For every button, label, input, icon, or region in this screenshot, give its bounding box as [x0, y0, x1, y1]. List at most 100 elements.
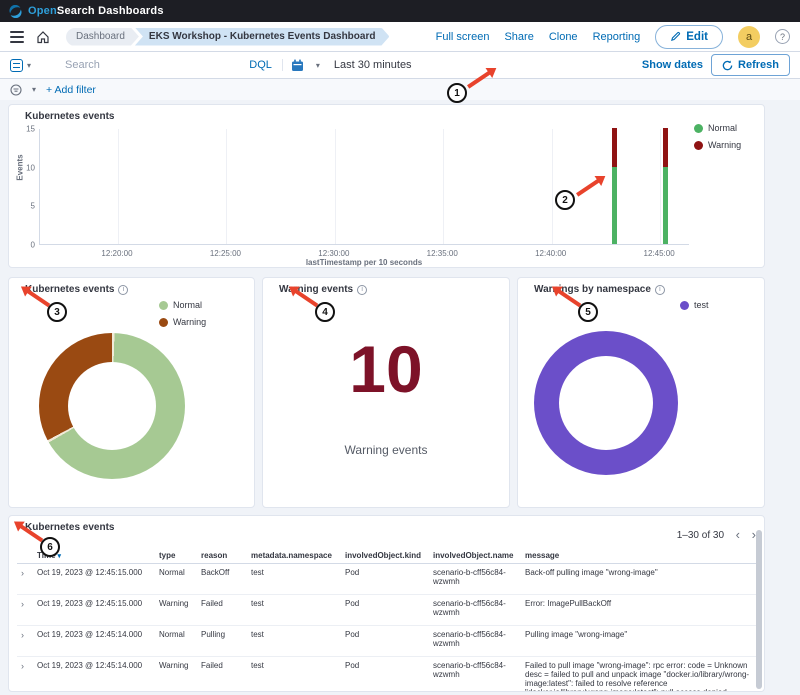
- chevron-down-icon[interactable]: ▾: [32, 85, 36, 94]
- donut-hole: [559, 356, 653, 450]
- cell-metadata-namespace: test: [247, 595, 341, 626]
- info-icon[interactable]: [118, 285, 128, 295]
- sort-down-icon: ▾: [58, 553, 62, 560]
- chevron-down-icon[interactable]: ▾: [27, 61, 31, 70]
- gridline: [335, 129, 336, 244]
- metric-value: 10: [263, 336, 509, 402]
- time-range-value[interactable]: Last 30 minutes: [334, 59, 634, 71]
- cell-metadata-namespace: test: [247, 626, 341, 657]
- cell-message: Failed to pull image "wrong-image": rpc …: [521, 657, 758, 693]
- cell-message: Back-off pulling image "wrong-image": [521, 564, 758, 595]
- app-title: OpenSearch Dashboards: [28, 5, 164, 17]
- table-row: ›Oct 19, 2023 @ 12:45:14.000WarningFaile…: [17, 657, 758, 693]
- x-tick-label: 12:20:00: [101, 249, 132, 258]
- cell-reason: BackOff: [197, 564, 247, 595]
- search-input[interactable]: [65, 59, 249, 71]
- cell-reason: Failed: [197, 595, 247, 626]
- expand-row-icon[interactable]: ›: [21, 630, 24, 640]
- chart-legend: test: [680, 300, 709, 310]
- legend-item-warning[interactable]: Warning: [159, 317, 206, 327]
- column-header-type[interactable]: type: [155, 548, 197, 564]
- legend-label: Normal: [708, 123, 737, 133]
- legend-item-test[interactable]: test: [680, 300, 709, 310]
- full-screen-link[interactable]: Full screen: [436, 31, 490, 43]
- expand-row-icon[interactable]: ›: [21, 661, 24, 671]
- annotation-circle-3: 3: [47, 302, 67, 322]
- cell-metadata-namespace: test: [247, 657, 341, 693]
- refresh-button-label: Refresh: [738, 59, 779, 71]
- y-tick-label: 0: [31, 241, 35, 250]
- cell-type: Normal: [155, 626, 197, 657]
- previous-page-icon[interactable]: ‹: [736, 527, 740, 542]
- cell-involvedobject-name: scenario-b-cff56c84-wzwmh: [429, 564, 521, 595]
- gridline: [226, 129, 227, 244]
- legend-item-normal[interactable]: Normal: [159, 300, 206, 310]
- add-filter-link[interactable]: + Add filter: [46, 84, 96, 96]
- y-tick-label: 15: [26, 125, 35, 134]
- table-scrollbar[interactable]: [756, 530, 762, 689]
- edit-button-label: Edit: [686, 31, 708, 43]
- show-dates-link[interactable]: Show dates: [642, 59, 703, 71]
- info-icon[interactable]: [357, 285, 367, 295]
- calendar-icon[interactable]: [291, 59, 304, 72]
- legend-label: Normal: [173, 300, 202, 310]
- y-tick-label: 5: [31, 202, 35, 211]
- column-header-reason[interactable]: reason: [197, 548, 247, 564]
- menu-icon[interactable]: [10, 31, 24, 43]
- column-header-metadata-namespace[interactable]: metadata.namespace: [247, 548, 341, 564]
- share-link[interactable]: Share: [504, 31, 533, 43]
- filter-settings-icon[interactable]: [10, 84, 22, 96]
- stacked-bar[interactable]: [663, 128, 668, 244]
- kubernetes-events-histogram-panel: Kubernetes events 051015 Events lastTime…: [8, 104, 765, 268]
- chart-legend: Normal Warning: [694, 123, 741, 150]
- x-axis-label: lastTimestamp per 10 seconds: [39, 258, 689, 267]
- refresh-button[interactable]: Refresh: [711, 54, 790, 76]
- legend-item-warning[interactable]: Warning: [694, 140, 741, 150]
- home-icon[interactable]: [36, 30, 50, 44]
- gridline: [660, 129, 661, 244]
- help-icon[interactable]: [775, 29, 790, 44]
- bar-segment-warning[interactable]: [663, 128, 668, 167]
- cell-involvedobject-kind: Pod: [341, 564, 429, 595]
- table-row: ›Oct 19, 2023 @ 12:45:14.000NormalPullin…: [17, 626, 758, 657]
- column-header-message[interactable]: message: [521, 548, 758, 564]
- dql-toggle[interactable]: DQL: [249, 59, 283, 71]
- legend-item-normal[interactable]: Normal: [694, 123, 741, 133]
- bar-segment-warning[interactable]: [612, 128, 617, 167]
- annotation-circle-1: 1: [447, 83, 467, 103]
- column-header-involvedobject-name[interactable]: involvedObject.name: [429, 548, 521, 564]
- column-header-involvedobject-kind[interactable]: involvedObject.kind: [341, 548, 429, 564]
- breadcrumb-dashboard[interactable]: Dashboard: [66, 28, 139, 46]
- bar-segment-normal[interactable]: [663, 167, 668, 244]
- refresh-icon: [722, 60, 733, 71]
- saved-query-icon[interactable]: [10, 59, 23, 72]
- reporting-link[interactable]: Reporting: [593, 31, 641, 43]
- x-tick-label: 12:25:00: [210, 249, 241, 258]
- stacked-bar[interactable]: [612, 128, 617, 244]
- gridline: [443, 129, 444, 244]
- cell-involvedobject-name: scenario-b-cff56c84-wzwmh: [429, 626, 521, 657]
- expand-row-icon[interactable]: ›: [21, 568, 24, 578]
- expand-row-icon[interactable]: ›: [21, 599, 24, 609]
- breadcrumb-current-dashboard[interactable]: EKS Workshop - Kubernetes Events Dashboa…: [135, 28, 390, 46]
- legend-label: Warning: [173, 317, 206, 327]
- events-table: Time▾typereasonmetadata.namespaceinvolve…: [17, 548, 758, 692]
- cell-type: Warning: [155, 657, 197, 693]
- legend-dot: [159, 318, 168, 327]
- cell-reason: Failed: [197, 657, 247, 693]
- chevron-down-icon[interactable]: ▾: [316, 61, 320, 70]
- annotation-circle-2: 2: [555, 190, 575, 210]
- y-tick-label: 10: [26, 163, 35, 172]
- avatar[interactable]: a: [738, 26, 760, 48]
- panel-title: Kubernetes events: [25, 284, 128, 295]
- chart-legend: Normal Warning: [159, 300, 206, 327]
- info-icon[interactable]: [655, 285, 665, 295]
- navigation-bar: Dashboard EKS Workshop - Kubernetes Even…: [0, 22, 800, 52]
- annotation-circle-6: 6: [40, 537, 60, 557]
- cell-involvedobject-kind: Pod: [341, 626, 429, 657]
- bar-segment-normal[interactable]: [612, 167, 617, 244]
- clone-link[interactable]: Clone: [549, 31, 578, 43]
- edit-button[interactable]: Edit: [655, 25, 723, 49]
- cell-involvedobject-kind: Pod: [341, 657, 429, 693]
- x-tick-label: 12:45:00: [644, 249, 675, 258]
